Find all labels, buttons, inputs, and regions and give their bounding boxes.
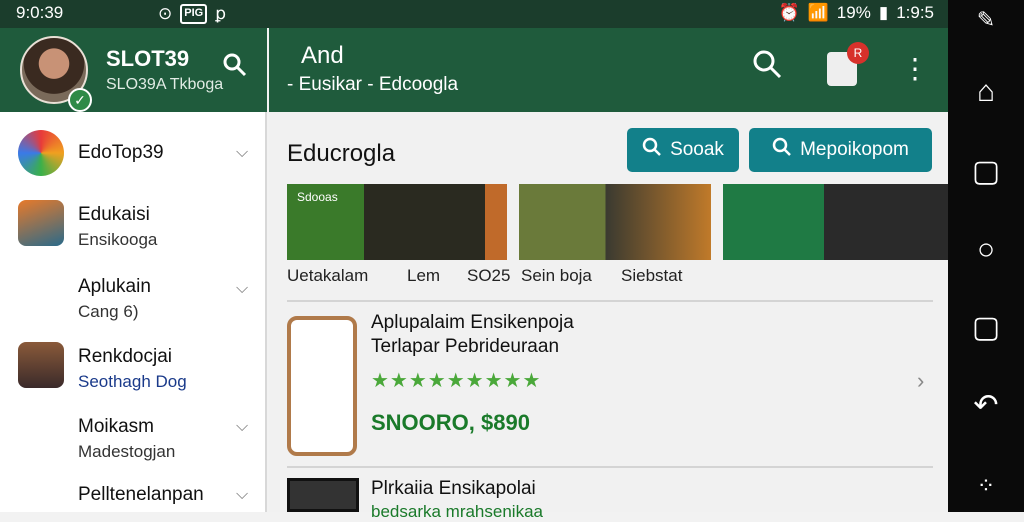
sidebar-item-sub: Seothagh Dog	[78, 372, 187, 391]
more-search-button-label: Mepoikopom	[800, 139, 909, 160]
banner-caption: Uetakalam	[287, 266, 369, 285]
search-icon[interactable]	[751, 48, 783, 88]
battery-icon: ▮	[878, 3, 889, 22]
app-icon	[18, 200, 64, 246]
status-notification-icons: ⊙ PIG ꝑ	[158, 4, 226, 24]
sidebar-item-sub: Cang 6)	[78, 302, 139, 321]
home-icon[interactable]: ⌂	[948, 72, 1024, 112]
sidebar-item-label: EdoTop39	[78, 142, 164, 163]
banner-card[interactable]	[723, 184, 948, 260]
status-clock: 1:9:5	[896, 3, 934, 22]
alarm-clock-icon: ⏰	[778, 3, 800, 22]
sidebar-item-label: Edukaisi	[78, 204, 150, 225]
loading-icon[interactable]: ⁘	[948, 466, 1024, 506]
sidebar-item-edotop39[interactable]: EdoTop39 ⌵	[0, 130, 267, 180]
banner-card[interactable]: Sdooas	[287, 184, 507, 260]
sidebar-item-pelltenelanpan[interactable]: Pelltenelanpan ⌵	[0, 482, 267, 512]
square-icon[interactable]: ▢	[948, 308, 1024, 348]
check-badge-icon: ✓	[68, 88, 92, 112]
banner-caption: Lem	[407, 266, 441, 285]
more-vertical-icon[interactable]: ⋮	[901, 52, 929, 85]
sidebar-item-sub: Ensikooga	[78, 230, 158, 249]
sidebar-item-renkdocjai[interactable]: Renkdocjai Seothagh Dog	[0, 342, 267, 398]
sidebar-item-label: Pelltenelanpan	[78, 484, 204, 505]
card-subtitle: Terlapar Pebrideuraan	[371, 336, 560, 357]
wifi-icon: 📶	[807, 3, 829, 22]
main-content: Educrogla Sooak Mepoikopom Sdooas Uetaka…	[269, 112, 948, 521]
sidebar-title: SLOT39	[106, 46, 190, 71]
app-thumbnail	[287, 316, 357, 456]
banner-caption: Sein boja	[521, 266, 592, 285]
banner-caption: Siebstat	[621, 266, 683, 285]
rating-stars: ★★★★★★★★★	[371, 370, 542, 392]
search-icon	[772, 137, 792, 163]
app-icon	[18, 130, 64, 176]
main-header: And - Eusikar - Edcoogla R ⋮	[269, 28, 948, 112]
card-subtitle: bedsarka mrahsenikaa	[371, 502, 543, 521]
breadcrumb: - Eusikar - Edcoogla	[287, 74, 459, 95]
notification-badge: R	[847, 42, 869, 64]
banner-card[interactable]	[519, 184, 711, 260]
chevron-down-icon[interactable]: ⌵	[236, 486, 248, 504]
chevron-down-icon[interactable]: ⌵	[236, 144, 248, 162]
status-bar: 9:0:39 ⊙ PIG ꝑ ⏰ 📶 19% ▮ 1:9:5	[0, 0, 948, 28]
banner-label: Sdooas	[297, 190, 338, 204]
sidebar-item-aplukain[interactable]: Aplukain Cang 6) ⌵	[0, 272, 267, 328]
chevron-down-icon[interactable]: ⌵	[236, 418, 248, 436]
sidebar-item-edukaisi[interactable]: Edukaisi Ensikooga	[0, 200, 267, 256]
sidebar-header: ✓ SLOT39 SLO39A Tkboga	[0, 28, 267, 112]
sidebar-item-label: Moikasm	[78, 416, 155, 437]
card-title: Plrkaiia Ensikapolai	[371, 478, 536, 499]
search-button[interactable]: Sooak	[627, 128, 739, 172]
banner-caption: SO25	[467, 266, 511, 285]
search-icon	[642, 137, 662, 163]
more-search-button[interactable]: Mepoikopom	[749, 128, 932, 172]
status-system-icons: ⏰ 📶 19% ▮ 1:9:5	[778, 3, 934, 23]
status-time: 9:0:39	[16, 3, 64, 22]
app2-notification-icon: ꝑ	[215, 4, 226, 23]
price-label: SNOORO, $890	[371, 410, 530, 435]
app-thumbnail	[287, 478, 359, 512]
app-icon	[18, 342, 64, 388]
sidebar-item-sub: Madestogjan	[78, 442, 176, 461]
sidebar-item-moikasm[interactable]: Moikasm Madestogjan ⌵	[0, 412, 267, 468]
divider	[287, 300, 933, 302]
circle-icon[interactable]: ○	[948, 230, 1024, 270]
page-title: And	[301, 42, 344, 69]
sidebar: EdoTop39 ⌵ Edukaisi Ensikooga Aplukain C…	[0, 112, 267, 512]
search-button-label: Sooak	[670, 139, 724, 160]
system-navbar: ✎ ⌂ ▢ ○ ▢ ↶ ⁘	[948, 0, 1024, 512]
alarm-icon: ⊙	[158, 4, 173, 23]
battery-percent: 19%	[836, 3, 871, 22]
sidebar-subtitle: SLO39A Tkboga	[106, 76, 224, 93]
chevron-right-icon[interactable]: ›	[917, 368, 924, 394]
app-notification-icon: PIG	[180, 4, 208, 24]
chevron-down-icon[interactable]: ⌵	[236, 280, 248, 298]
sidebar-item-label: Renkdocjai	[78, 346, 172, 367]
card-title: Aplupalaim Ensikenpoja	[371, 312, 574, 333]
edit-icon[interactable]: ✎	[948, 0, 1024, 40]
search-icon[interactable]	[222, 52, 248, 85]
sidebar-item-label: Aplukain	[78, 276, 151, 297]
square-icon[interactable]: ▢	[948, 152, 1024, 192]
divider	[287, 466, 933, 468]
section-title: Educrogla	[287, 140, 396, 167]
back-icon[interactable]: ↶	[948, 386, 1024, 426]
